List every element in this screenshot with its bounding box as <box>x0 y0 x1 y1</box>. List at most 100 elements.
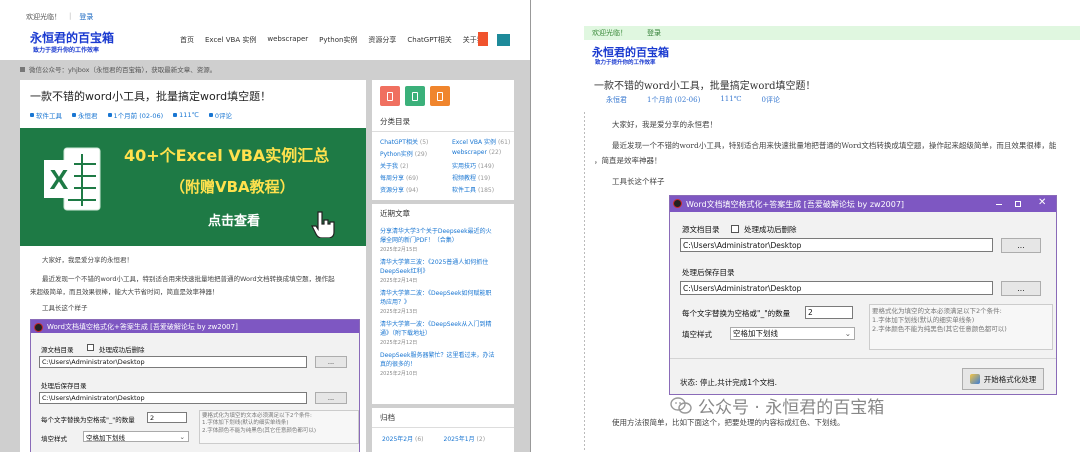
delete-after-checkbox[interactable] <box>87 344 94 351</box>
wechat-watermark: 公众号 · 永恒君的百宝箱 <box>670 393 884 418</box>
header-red-button[interactable] <box>478 32 488 46</box>
top-divider: | <box>69 12 72 20</box>
start-format-button[interactable]: 开始格式化处理 <box>962 368 1044 390</box>
para-intro-a: 最近发现一个不错的word小工具，特别适合用来快速批量地把普通的Word文档转换… <box>42 275 335 283</box>
nav-item-home[interactable]: 首页 <box>180 35 194 45</box>
category-item[interactable]: Python实例 (29) <box>380 149 452 158</box>
meta-comments[interactable]: 0评论 <box>762 95 780 105</box>
category-item[interactable]: 实用技巧 (149) <box>452 161 518 170</box>
para-intro-b: 来超级简单，而且效果很棒，能大大节省时间，简直是效率神器！ <box>30 288 219 296</box>
recent-post-title[interactable]: 分享清华大学3个关于Deepseek最近的火 <box>372 227 514 236</box>
archive-item[interactable]: 2025年1月 (2) <box>444 434 486 443</box>
category-widget: 分类目录 ChatGPT相关 (5) Excel VBA 实例 (61) Pyt… <box>372 112 514 200</box>
dest-dir-label: 处理后保存目录 <box>682 268 735 277</box>
meta-category[interactable]: 软件工具 <box>30 110 62 120</box>
meta-comments[interactable]: 0评论 <box>208 110 232 120</box>
dest-path-input[interactable]: C:\Users\Administrator\Desktop <box>39 392 307 404</box>
source-browse-button[interactable]: ... <box>315 356 347 368</box>
recent-post-title[interactable]: 清华大学第三波：《2025普通人如何抓住 <box>372 258 514 267</box>
recent-post-title-cont[interactable]: 真的很多的！ <box>372 360 514 369</box>
start-format-label: 开始格式化处理 <box>983 374 1037 384</box>
recent-post[interactable]: 分享清华大学3个关于Deepseek最近的火 爆全网的新门PDF！（合集） 20… <box>372 227 514 258</box>
hint-line: 2.字体颜色不能为纯黑色(其它任意颜色都可以) <box>872 324 1007 333</box>
sidebar-orange-button[interactable] <box>430 86 450 106</box>
window-title: Word文档填空格式化+答案生成 [吾爱破解论坛 by zw2007] <box>686 199 905 209</box>
excel-vba-banner[interactable]: X 40+个Excel VBA实例汇总 （附赠VBA教程） 点击查看 <box>20 128 366 246</box>
category-item[interactable]: 软件工具 (185) <box>452 185 518 194</box>
recent-post[interactable]: 清华大学第三波：《2025普通人如何抓住 DeepSeek红利》 2025年2月… <box>372 258 514 289</box>
para-tool-look: 工具长这个样子 <box>612 177 665 186</box>
delete-after-checkbox[interactable] <box>731 225 739 233</box>
article-meta: 永恒君 1个月前 (02-06) 111℃ 0评论 <box>606 95 780 105</box>
count-input[interactable]: 2 <box>147 412 187 423</box>
banner-cta[interactable]: 点击查看 <box>208 210 260 229</box>
recent-post-title[interactable]: 清华大学第一波：《DeepSeek从入门到精 <box>372 320 514 329</box>
recent-post[interactable]: 清华大学第二波：《DeepSeek如何赋能职 场应用？》 2025年2月13日 <box>372 289 514 320</box>
chevron-down-icon: ⌄ <box>844 329 851 338</box>
recent-post[interactable]: 清华大学第一波：《DeepSeek从入门到精 通》（附下载地址） 2025年2月… <box>372 320 514 351</box>
nav-item-excel-vba[interactable]: Excel VBA 实例 <box>205 35 256 45</box>
eye-icon <box>173 113 178 117</box>
category-item[interactable]: Excel VBA 实例 (61) <box>452 137 518 146</box>
window-title: Word文档填空格式化+答案生成 [吾爱破解论坛 by zw2007] <box>47 322 238 331</box>
status-divider <box>670 358 1056 359</box>
comment-icon <box>208 113 213 117</box>
category-item[interactable]: 资源分享 (94) <box>380 185 452 194</box>
recent-post-title-cont[interactable]: DeepSeek红利》 <box>372 267 514 276</box>
word-fill-tool-window: Word文档填空格式化+答案生成 [吾爱破解论坛 by zw2007] 源文档目… <box>30 319 360 452</box>
login-link[interactable]: 登录 <box>647 28 661 38</box>
nav-item-chatgpt[interactable]: ChatGPT相关 <box>407 35 451 45</box>
maximize-icon[interactable] <box>1015 201 1021 207</box>
nav-item-python[interactable]: Python实例 <box>319 35 357 45</box>
dest-browse-button[interactable]: ... <box>315 392 347 404</box>
folder-icon <box>30 113 34 117</box>
app-icon <box>34 323 43 332</box>
category-item[interactable]: 视频教程 (19) <box>452 173 518 182</box>
source-path-input[interactable]: C:\Users\Administrator\Desktop <box>680 238 993 252</box>
hint-line: 1.字体加下划线(默认的细实单线条) <box>872 315 975 324</box>
meta-author[interactable]: 永恒君 <box>606 95 627 105</box>
dest-browse-button[interactable]: ... <box>1001 281 1041 296</box>
sidebar-green-button[interactable] <box>405 86 425 106</box>
recent-posts-widget: 近期文章 分享清华大学3个关于Deepseek最近的火 爆全网的新门PDF！（合… <box>372 204 514 404</box>
style-select[interactable]: 空格加下划线 ⌄ <box>83 431 189 442</box>
nav-item-webscraper[interactable]: webscraper <box>267 35 308 45</box>
source-path-input[interactable]: C:\Users\Administrator\Desktop <box>39 356 307 368</box>
header-teal-button[interactable] <box>497 34 510 46</box>
category-item[interactable]: webscraper (22) <box>452 149 518 158</box>
source-browse-button[interactable]: ... <box>1001 238 1041 253</box>
window-titlebar[interactable]: Word文档填空格式化+答案生成 [吾爱破解论坛 by zw2007] <box>31 320 359 333</box>
category-item[interactable]: 关于我 (2) <box>380 161 452 170</box>
style-select[interactable]: 空格加下划线 ⌄ <box>730 327 855 340</box>
dest-path-input[interactable]: C:\Users\Administrator\Desktop <box>680 281 993 295</box>
category-item[interactable]: 每周分享 (69) <box>380 173 452 182</box>
recent-post-title[interactable]: 清华大学第二波：《DeepSeek如何赋能职 <box>372 289 514 298</box>
sidebar-red-button[interactable] <box>380 86 400 106</box>
site-logo[interactable]: 永恒君的百宝箱 <box>30 29 114 46</box>
recent-post-date: 2025年2月14日 <box>380 278 418 284</box>
recent-post[interactable]: DeepSeek服务器繁忙？这里看过来，办法 真的很多的！ 2025年2月10日 <box>372 351 514 382</box>
recent-post-date: 2025年2月12日 <box>380 340 418 346</box>
count-input[interactable]: 2 <box>805 306 853 319</box>
login-link[interactable]: 登录 <box>79 12 93 22</box>
minimize-icon[interactable] <box>996 204 1002 205</box>
meta-author[interactable]: 永恒君 <box>72 110 98 120</box>
close-icon[interactable]: ✕ <box>1038 197 1046 208</box>
archive-heading: 归档 <box>372 408 514 428</box>
delete-after-label: 处理成功后删除 <box>744 225 797 234</box>
app-icon <box>673 199 682 208</box>
category-item[interactable]: ChatGPT相关 (5) <box>380 137 452 146</box>
format-hint: 要格式化为填空的文本必须满足以下2个条件: 1.字体加下划线(默认的细实单线条)… <box>869 304 1053 350</box>
excel-logo-icon: X <box>44 147 101 211</box>
doc-icon <box>387 91 393 101</box>
clock-icon <box>107 113 112 117</box>
recent-post-title-cont[interactable]: 爆全网的新门PDF！（合集） <box>372 236 514 245</box>
main-nav: 首页 Excel VBA 实例 webscraper Python实例 资源分享… <box>180 35 484 45</box>
recent-post-title[interactable]: DeepSeek服务器繁忙？这里看过来，办法 <box>372 351 514 360</box>
para-intro-a: 最近发现一个不错的word小工具，特别适合用来快速批量地把普通的Word文档转换… <box>612 141 1057 150</box>
recent-post-title-cont[interactable]: 场应用？》 <box>372 298 514 307</box>
window-titlebar[interactable]: Word文档填空格式化+答案生成 [吾爱破解论坛 by zw2007] ✕ <box>670 196 1056 212</box>
nav-item-resources[interactable]: 资源分享 <box>368 35 396 45</box>
archive-item[interactable]: 2025年2月 (6) <box>382 434 424 443</box>
recent-post-title-cont[interactable]: 通》（附下载地址） <box>372 329 514 338</box>
